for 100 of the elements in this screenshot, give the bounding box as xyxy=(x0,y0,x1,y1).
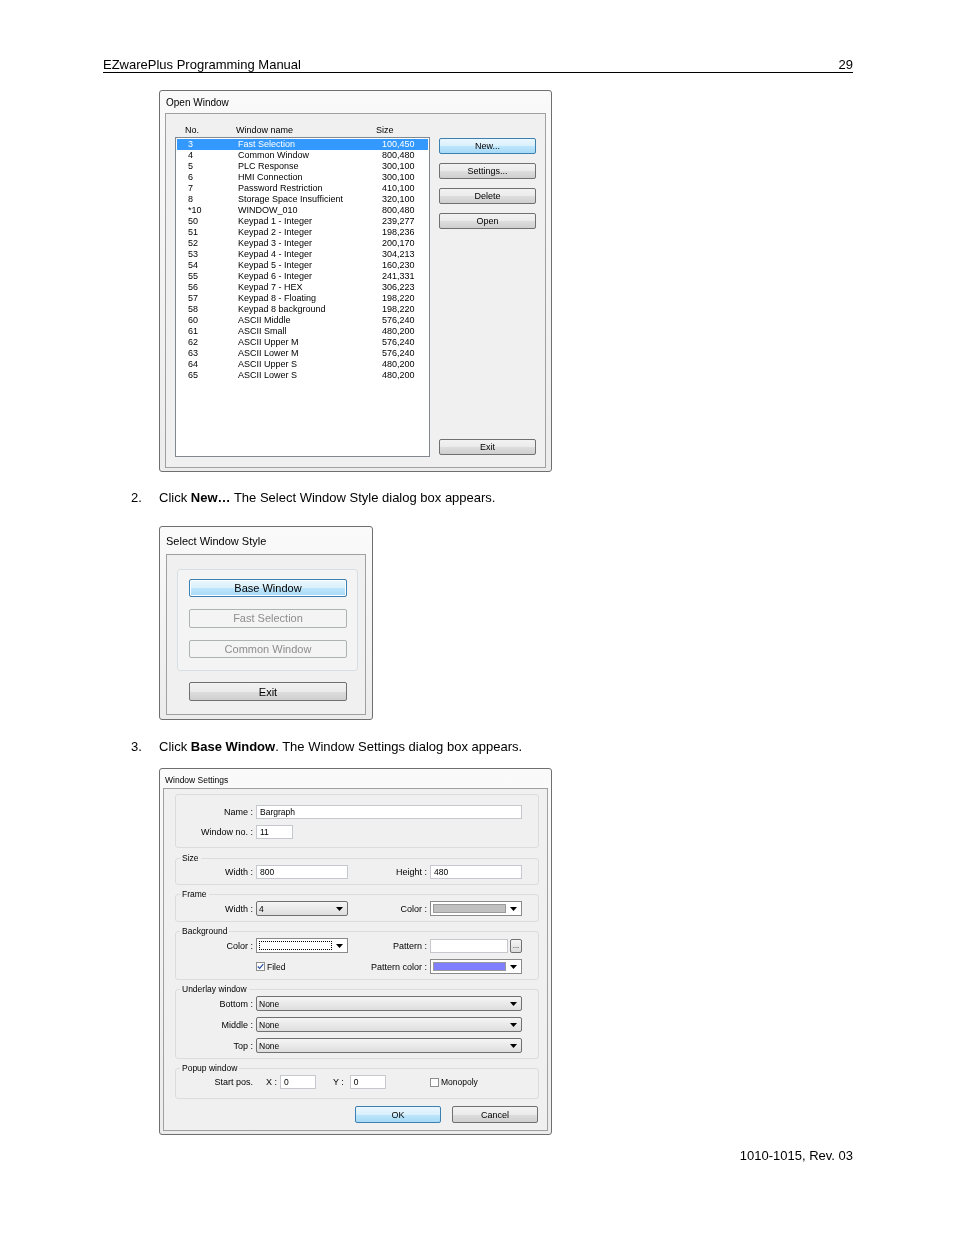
table-cell-text: Keypad 1 - Integer xyxy=(238,216,314,227)
browse-button[interactable]: ... xyxy=(510,938,522,953)
table-cell-text: 576,240 xyxy=(382,348,416,359)
table-cell-text: 6 xyxy=(188,172,194,183)
field-label: X : xyxy=(266,1077,277,1087)
table-cell-text: 5 xyxy=(188,161,194,172)
table-cell-text: 800,480 xyxy=(382,150,416,161)
table-cell-text: 58 xyxy=(188,304,199,315)
list-row[interactable]: 58 Keypad 8 background 198,220 xyxy=(177,304,428,315)
table-cell-text: 55 xyxy=(188,271,199,282)
step-number: 2. xyxy=(131,490,143,505)
dropdown[interactable]: 4 xyxy=(256,901,348,916)
table-cell-text: 100,450 xyxy=(382,139,416,150)
table-cell-text: 53 xyxy=(188,249,199,260)
list-row[interactable]: 4 Common Window 800,480 xyxy=(177,150,428,161)
column-header: No. xyxy=(185,124,200,135)
column-header: Size xyxy=(376,124,395,135)
settings-button[interactable]: Settings... xyxy=(439,163,536,179)
table-cell-text: 51 xyxy=(188,227,199,238)
list-row[interactable]: 63 ASCII Lower M 576,240 xyxy=(177,348,428,359)
window-style-button[interactable]: Base Window xyxy=(189,579,347,598)
field-label: Middle : xyxy=(220,1019,253,1030)
table-cell-text: 410,100 xyxy=(382,183,416,194)
list-row[interactable]: 64 ASCII Upper S 480,200 xyxy=(177,359,428,370)
dropdown[interactable]: None xyxy=(256,1017,522,1032)
input-field[interactable]: 0 xyxy=(349,1075,386,1089)
list-row[interactable]: 51 Keypad 2 - Integer 198,236 xyxy=(177,227,428,238)
list-row[interactable]: 61 ASCII Small 480,200 xyxy=(177,326,428,337)
table-cell-text: 304,213 xyxy=(382,249,416,260)
table-cell-text: 800,480 xyxy=(382,205,416,216)
list-row[interactable]: 62 ASCII Upper M 576,240 xyxy=(177,337,428,348)
input-field[interactable]: 11 xyxy=(256,825,293,839)
input-field[interactable]: 480 xyxy=(430,865,522,879)
list-row[interactable]: 7 Password Restriction 410,100 xyxy=(177,183,428,194)
input-field[interactable] xyxy=(430,938,508,953)
list-row[interactable]: 8 Storage Space Insufficient 320,100 xyxy=(177,194,428,205)
table-cell-text: 57 xyxy=(188,293,199,304)
table-cell-text: *10 xyxy=(188,205,203,216)
exit-button[interactable]: Exit xyxy=(439,439,536,455)
list-row[interactable]: 53 Keypad 4 - Integer 304,213 xyxy=(177,249,428,260)
ok-button[interactable]: OK xyxy=(355,1106,441,1123)
field-label: Color : xyxy=(399,903,427,914)
list-row[interactable]: 57 Keypad 8 - Floating 198,220 xyxy=(177,293,428,304)
group-label: Frame xyxy=(181,889,208,899)
table-cell-text: PLC Response xyxy=(238,161,300,172)
input-field[interactable]: 800 xyxy=(256,865,348,879)
list-row[interactable]: 54 Keypad 5 - Integer 160,230 xyxy=(177,260,428,271)
field-label: Pattern color : xyxy=(369,961,427,972)
table-cell-text: Keypad 3 - Integer xyxy=(238,238,314,249)
list-row[interactable]: *10 WINDOW_010 800,480 xyxy=(177,205,428,216)
table-cell-text: 62 xyxy=(188,337,199,348)
table-cell-text: ASCII Upper S xyxy=(238,359,299,370)
field-label: Top : xyxy=(232,1040,253,1051)
table-cell-text: Keypad 2 - Integer xyxy=(238,227,314,238)
step-text: Click Base Window. The Window Settings dialog box appears. xyxy=(159,739,523,754)
delete-button[interactable]: Delete xyxy=(439,188,536,204)
checkbox-label: Monopoly xyxy=(441,1077,478,1087)
field-label: Width : xyxy=(224,903,253,914)
table-cell-text: Password Restriction xyxy=(238,183,324,194)
checkbox-label: Filed xyxy=(267,961,286,972)
table-cell-text: 4 xyxy=(188,150,194,161)
caret-icon xyxy=(510,1001,517,1006)
table-cell-text: 8 xyxy=(188,194,194,205)
table-cell-text: 3 xyxy=(188,139,194,150)
color-picker[interactable] xyxy=(256,938,348,953)
table-cell-text: 300,100 xyxy=(382,172,416,183)
list-row[interactable]: 65 ASCII Lower S 480,200 xyxy=(177,370,428,381)
dropdown[interactable]: None xyxy=(256,1038,522,1053)
list-row[interactable]: 55 Keypad 6 - Integer 241,331 xyxy=(177,271,428,282)
dropdown[interactable]: None xyxy=(256,996,522,1011)
list-row[interactable]: 6 HMI Connection 300,100 xyxy=(177,172,428,183)
list-row[interactable]: 50 Keypad 1 - Integer 239,277 xyxy=(177,216,428,227)
table-cell-text: 480,200 xyxy=(382,359,416,370)
window-title: Select Window Style xyxy=(165,534,268,547)
table-cell-text: 7 xyxy=(188,183,194,194)
table-cell-text: Fast Selection xyxy=(238,139,297,150)
field-label: Pattern : xyxy=(391,940,427,951)
list-row[interactable]: 56 Keypad 7 - HEX 306,223 xyxy=(177,282,428,293)
list-row[interactable]: 5 PLC Response 300,100 xyxy=(177,161,428,172)
caret-icon xyxy=(510,906,517,911)
list-row[interactable]: 52 Keypad 3 - Integer 200,170 xyxy=(177,238,428,249)
list-row[interactable]: 60 ASCII Middle 576,240 xyxy=(177,315,428,326)
new-button[interactable]: New... xyxy=(439,138,536,154)
field-label: Name : xyxy=(223,807,253,817)
caret-icon xyxy=(510,1022,517,1027)
window-title: Window Settings xyxy=(164,774,230,785)
color-picker[interactable] xyxy=(430,959,522,974)
exit-button[interactable]: Exit xyxy=(189,682,347,701)
caret-icon xyxy=(510,964,517,969)
field-label: Window no. : xyxy=(199,827,253,837)
checkbox[interactable] xyxy=(256,962,265,971)
page-number: 29 xyxy=(838,57,853,72)
checkbox[interactable] xyxy=(430,1077,439,1087)
input-field[interactable]: Bargraph xyxy=(256,805,522,819)
color-picker[interactable] xyxy=(430,901,522,916)
caret-icon xyxy=(510,1043,517,1048)
cancel-button[interactable]: Cancel xyxy=(452,1106,538,1123)
open-button[interactable]: Open xyxy=(439,213,536,229)
input-field[interactable]: 0 xyxy=(280,1075,316,1089)
header-title: EZwarePlus Programming Manual xyxy=(103,57,301,72)
